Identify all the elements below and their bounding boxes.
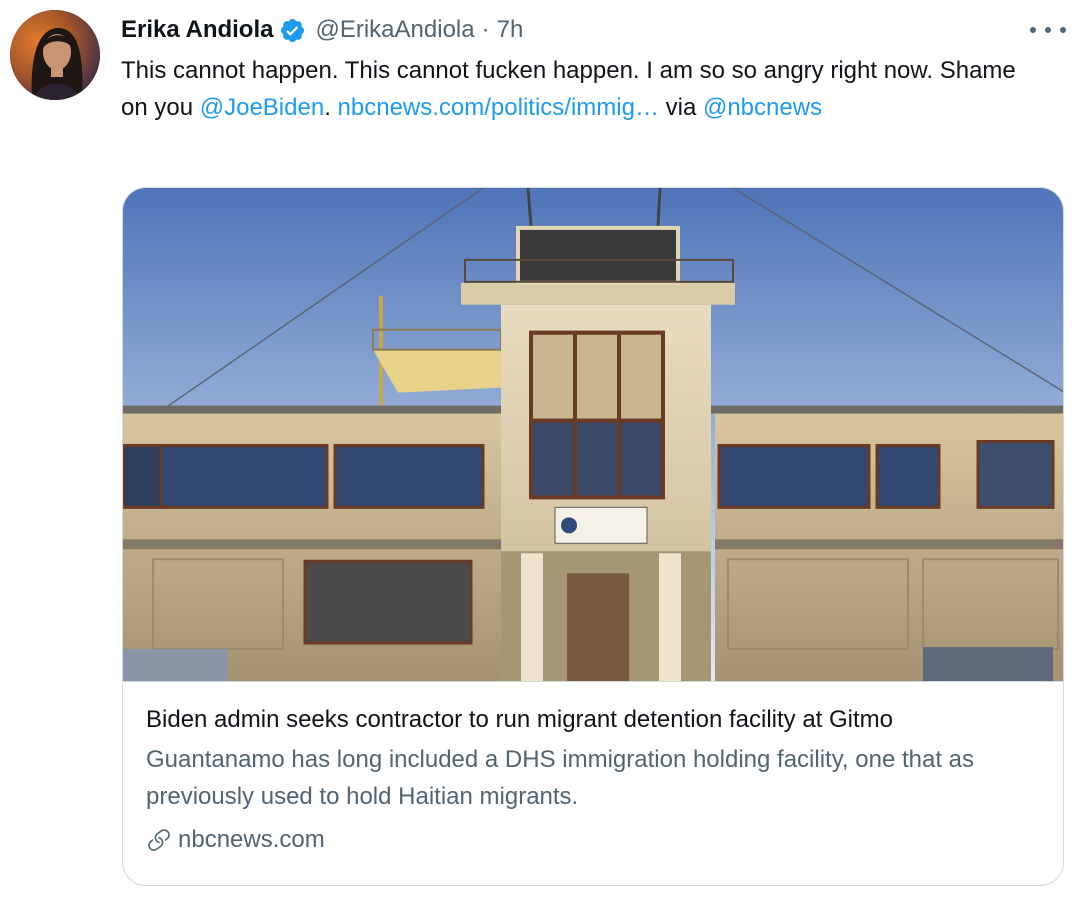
mention-nbcnews-link[interactable]: @nbcnews — [703, 94, 822, 121]
more-dot — [1045, 27, 1051, 33]
card-body: Biden admin seeks contractor to run migr… — [146, 702, 1046, 854]
avatar[interactable] — [10, 10, 100, 100]
more-dot — [1060, 27, 1066, 33]
more-options-icon[interactable] — [1030, 18, 1066, 42]
article-url-link[interactable]: nbcnews.com/politics/immig… — [338, 94, 659, 121]
tweet-text: This cannot happen. This cannot fucken h… — [121, 52, 1041, 126]
card-domain: nbcnews.com — [146, 826, 1046, 854]
author-handle[interactable]: @ErikaAndiola — [315, 16, 474, 44]
verified-badge-icon — [279, 17, 306, 44]
tweet-text-segment: . — [324, 94, 338, 121]
mention-joebiden-link[interactable]: @JoeBiden — [200, 94, 324, 121]
tweet-header: Erika Andiola @ErikaAndiola · 7h — [121, 14, 523, 46]
author-name[interactable]: Erika Andiola — [121, 16, 273, 44]
card-description: Guantanamo has long included a DHS immig… — [146, 746, 975, 810]
link-preview-card[interactable]: Biden admin seeks contractor to run migr… — [122, 187, 1064, 886]
more-dot — [1030, 27, 1036, 33]
separator-dot: · — [481, 16, 490, 43]
tweet-timestamp[interactable]: 7h — [497, 16, 524, 44]
card-title[interactable]: Biden admin seeks contractor to run migr… — [146, 702, 1046, 738]
building-photo[interactable] — [123, 188, 1063, 682]
tweet-text-segment: via — [658, 94, 703, 121]
card-domain-text: nbcnews.com — [178, 826, 325, 853]
link-icon — [146, 827, 172, 853]
